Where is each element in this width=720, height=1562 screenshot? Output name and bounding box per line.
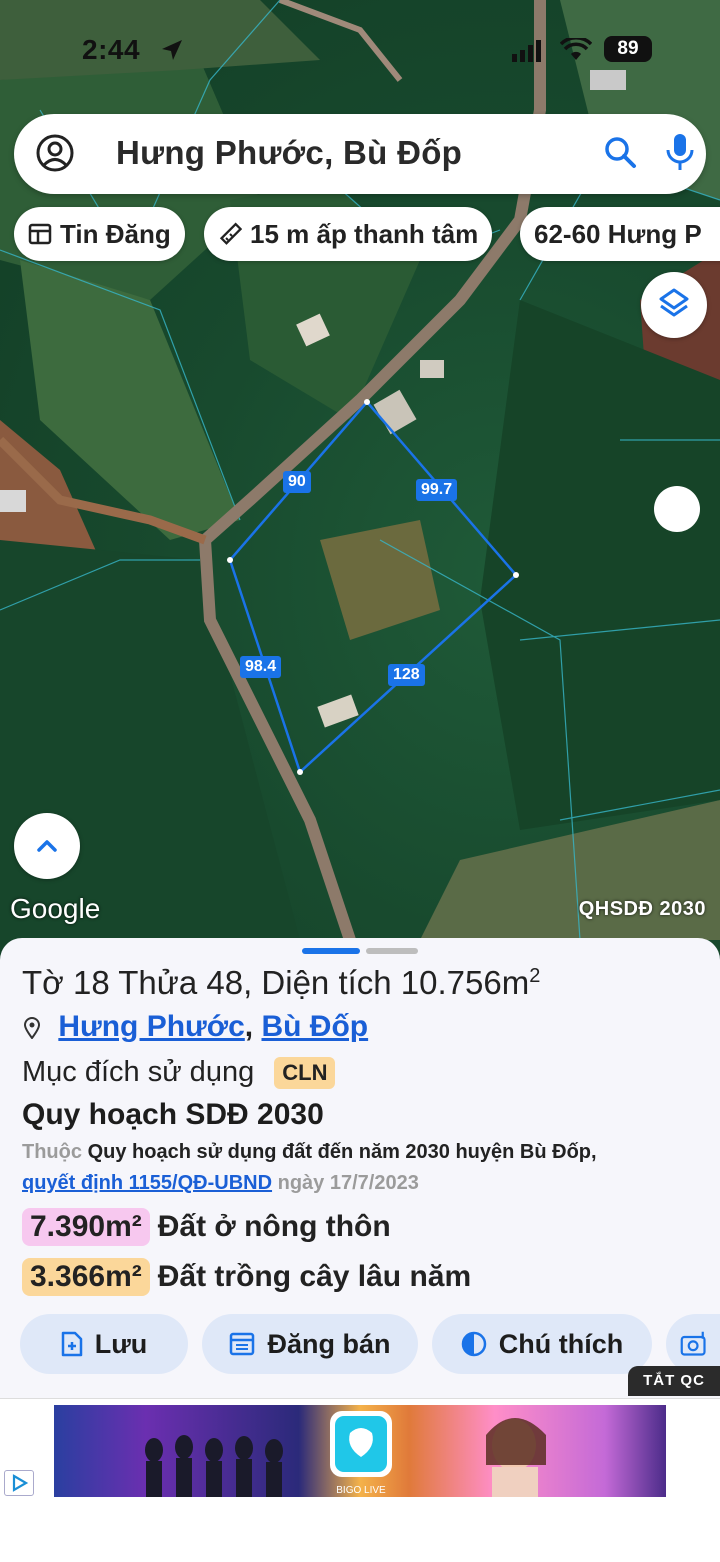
chip-tin-dang[interactable]: Tin Đăng — [14, 207, 185, 261]
sheet-handle-active[interactable] — [302, 948, 360, 954]
save-label: Lưu — [94, 1328, 148, 1359]
chip-address[interactable]: 62-60 Hưng P — [520, 207, 720, 261]
plan-prefix: Thuộc — [22, 1141, 82, 1163]
status-bar: 2:44 89 — [0, 30, 720, 70]
map-view[interactable]: 90 99.7 98.4 128 2:44 89 Hưng Phước, Bù … — [0, 0, 720, 960]
sheet-handle[interactable] — [366, 948, 418, 954]
wifi-icon — [560, 38, 592, 60]
chip-distance[interactable]: 15 m ấp thanh tâm — [204, 207, 493, 261]
ad-banner-container[interactable]: BIGO LIVE — [0, 1398, 720, 1500]
bottom-safe-area — [0, 1500, 720, 1562]
save-button[interactable]: Lưu — [20, 1314, 188, 1374]
plan-description: Thuộc Quy hoạch sử dụng đất đến năm 2030… — [22, 1141, 597, 1164]
post-sale-button[interactable]: Đăng bán — [202, 1314, 418, 1374]
add-document-icon — [61, 1331, 82, 1357]
purpose-code-badge: CLN — [274, 1057, 336, 1090]
area-value-badge: 7.390m² — [22, 1208, 150, 1246]
listing-icon — [230, 1332, 255, 1356]
ad-choices-icon[interactable] — [4, 1470, 34, 1496]
area-value-badge: 3.366m² — [22, 1258, 150, 1296]
plan-decision: quyết định 1155/QĐ-UBND ngày 17/7/2023 — [22, 1172, 419, 1195]
parcel-info-sheet[interactable]: Tờ 18 Thửa 48, Diện tích 10.756m2 Hưng P… — [0, 938, 720, 1398]
purpose-label: Mục đích sử dụng — [22, 1056, 255, 1088]
search-bar[interactable]: Hưng Phước, Bù Đốp — [14, 114, 706, 194]
clock: 2:44 — [82, 34, 141, 65]
signal-icon — [512, 40, 541, 62]
layers-button[interactable] — [641, 272, 707, 338]
dimension-label: 90 — [283, 471, 311, 493]
hide-ads-button[interactable]: TẮT QC — [628, 1366, 720, 1396]
parcel-title: Tờ 18 Thửa 48, Diện tích 10.756m2 — [22, 964, 540, 1002]
parcel-title-text: Tờ 18 Thửa 48, Diện tích 10.756m — [22, 964, 530, 1001]
chevron-up-icon — [37, 840, 57, 852]
plan-title: Quy hoạch SDĐ 2030 — [22, 1098, 324, 1131]
location-link-district[interactable]: Bù Đốp — [261, 1010, 368, 1043]
chip-label: 15 m ấp thanh tâm — [250, 218, 479, 249]
chip-label: 62-60 Hưng P — [534, 218, 702, 249]
parcel-location: Hưng Phước, Bù Đốp — [22, 1010, 368, 1044]
ad-artwork: BIGO LIVE — [145, 1411, 546, 1497]
chip-label: Tin Đăng — [60, 218, 171, 249]
legend-button[interactable]: Chú thích — [432, 1314, 652, 1374]
google-logo: Google — [10, 893, 101, 924]
pin-icon — [23, 1017, 41, 1040]
expand-up-button[interactable] — [14, 813, 80, 879]
ad-app-name: BIGO LIVE — [336, 1485, 386, 1496]
area-row: 3.366m² Đất trồng cây lâu năm — [22, 1258, 471, 1296]
dimension-label: 128 — [388, 664, 425, 686]
search-query[interactable]: Hưng Phước, Bù Đốp — [116, 134, 462, 172]
play-triangle-icon — [12, 1474, 29, 1492]
location-link-commune[interactable]: Hưng Phước — [58, 1010, 244, 1043]
dimension-label: 99.7 — [416, 479, 458, 501]
add-photo-icon — [680, 1331, 706, 1356]
contrast-icon — [461, 1331, 486, 1357]
battery-indicator: 89 — [604, 36, 652, 62]
plan-description-text: Quy hoạch sử dụng đất đến năm 2030 huyện… — [87, 1141, 597, 1163]
add-photo-button[interactable] — [666, 1314, 720, 1374]
ruler-icon — [219, 222, 242, 245]
area-row: 7.390m² Đất ở nông thôn — [22, 1208, 391, 1246]
account-icon[interactable] — [36, 134, 74, 172]
legend-label: Chú thích — [498, 1328, 624, 1359]
area-label: Đất ở nông thôn — [157, 1210, 391, 1243]
microphone-icon[interactable] — [662, 132, 698, 172]
search-icon[interactable] — [602, 134, 638, 170]
location-separator: , — [244, 1010, 254, 1043]
floating-handle[interactable] — [654, 486, 700, 532]
location-arrow-icon — [162, 40, 182, 60]
ad-banner-image[interactable]: BIGO LIVE — [54, 1405, 666, 1497]
land-use-purpose: Mục đích sử dụng CLN — [22, 1056, 336, 1090]
news-icon — [28, 223, 52, 245]
decision-link[interactable]: quyết định 1155/QĐ-UBND — [22, 1172, 272, 1194]
area-label: Đất trồng cây lâu năm — [157, 1260, 472, 1293]
map-layer-label: QHSDĐ 2030 — [578, 898, 706, 920]
dimension-label: 98.4 — [240, 656, 282, 678]
layers-icon — [659, 288, 689, 317]
post-sale-label: Đăng bán — [267, 1328, 391, 1359]
decision-date: ngày 17/7/2023 — [277, 1172, 419, 1194]
parcel-title-superscript: 2 — [529, 965, 541, 987]
